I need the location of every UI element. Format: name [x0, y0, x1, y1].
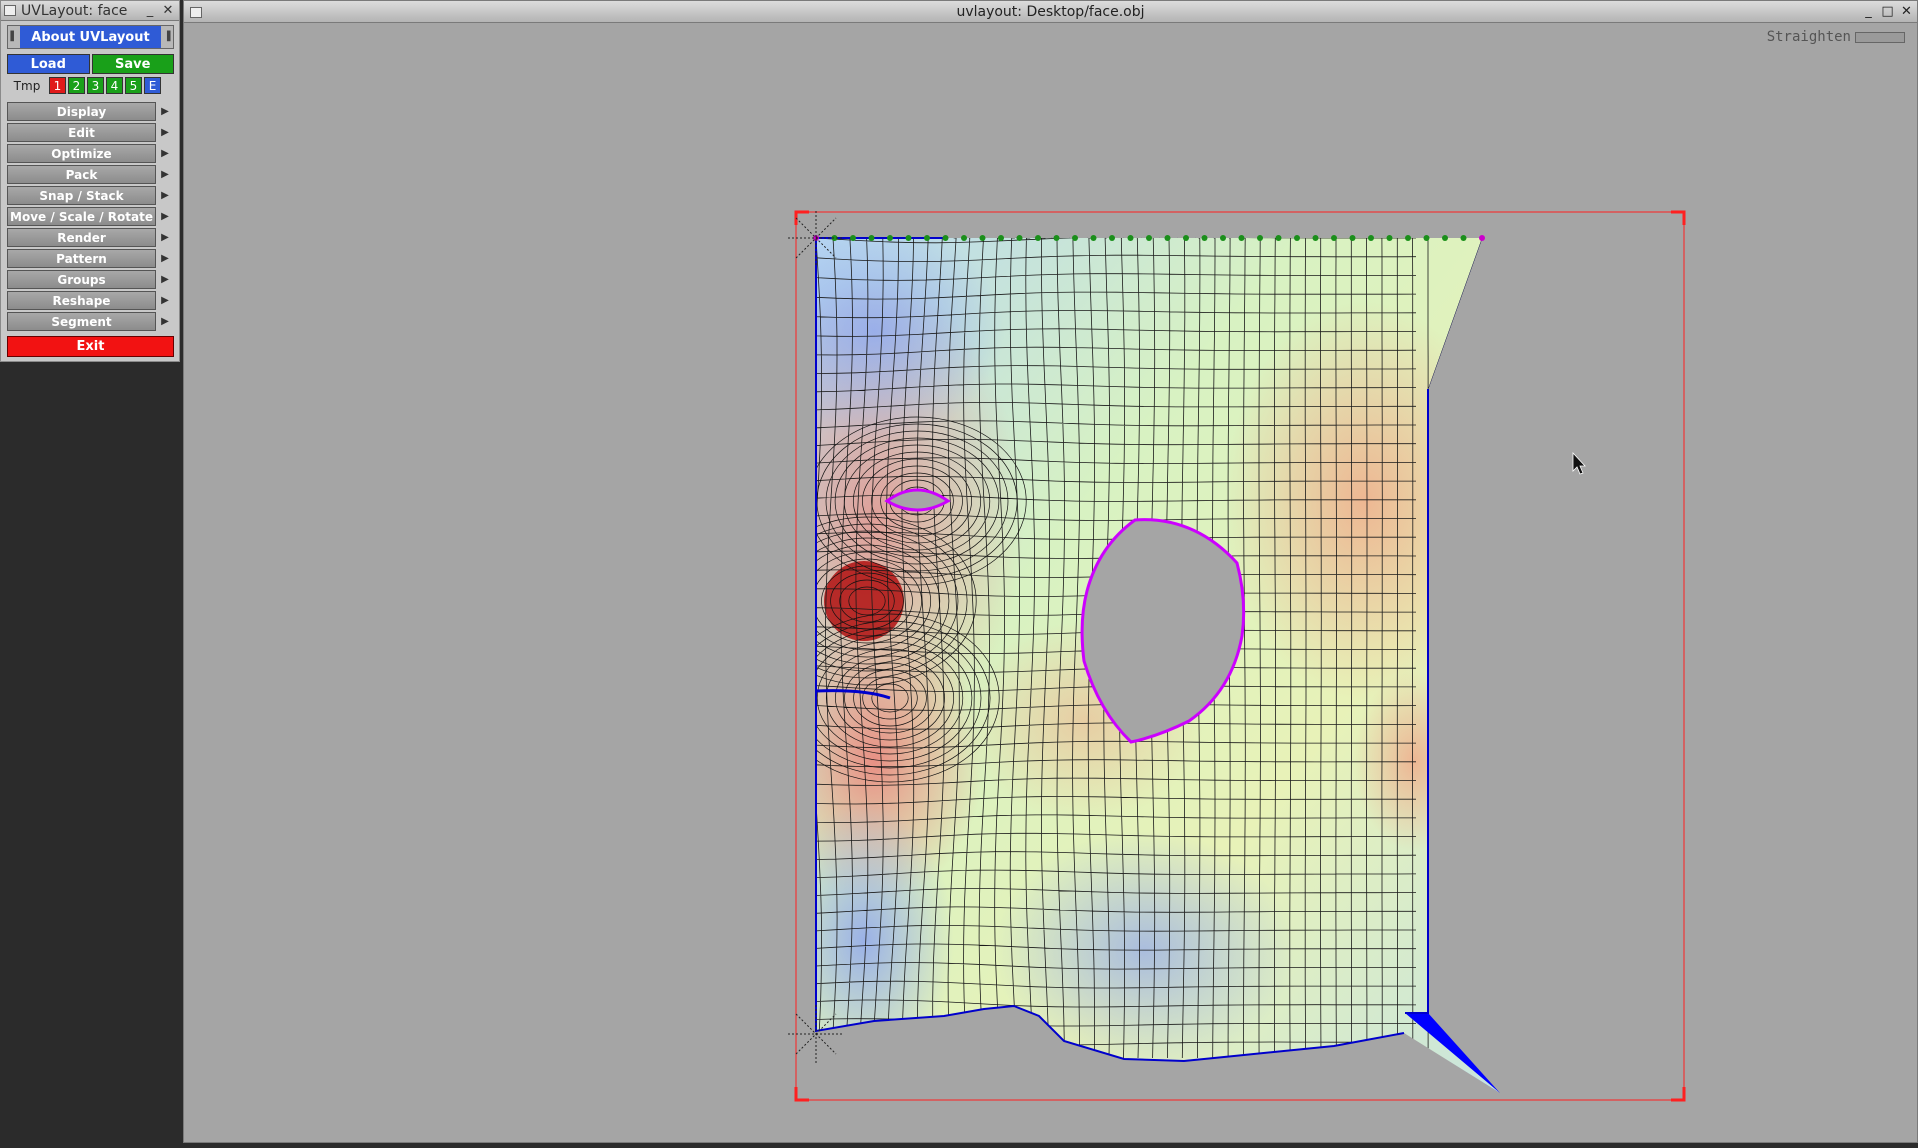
edge-vertex — [1460, 235, 1467, 241]
edge-vertex — [1109, 235, 1115, 241]
close-icon[interactable]: ✕ — [160, 3, 176, 19]
edge-vertex — [1442, 235, 1448, 241]
menu-item-pack[interactable]: Pack ▶ — [7, 165, 174, 184]
edge-vertex — [1146, 235, 1152, 241]
edge-vertex — [1090, 235, 1097, 241]
submenu-arrow-icon[interactable]: ▶ — [156, 312, 174, 331]
submenu-arrow-icon[interactable]: ▶ — [156, 207, 174, 226]
submenu-arrow-icon[interactable]: ▶ — [156, 123, 174, 142]
pin-marker-bottom[interactable] — [788, 1005, 844, 1063]
submenu-arrow-icon[interactable]: ▶ — [156, 270, 174, 289]
edge-vertex — [1386, 235, 1393, 241]
submenu-arrow-icon[interactable]: ▶ — [156, 228, 174, 247]
edge-vertex — [1220, 235, 1226, 241]
about-row: ▌ About UVLayout ▐ — [7, 25, 174, 49]
menu-item-label: Move / Scale / Rotate — [7, 207, 156, 226]
mouse-pointer-icon — [1572, 451, 1586, 475]
tmp-slot-5[interactable]: 5 — [125, 77, 142, 94]
left-grip-icon[interactable]: ▌ — [8, 26, 20, 48]
right-grip-icon[interactable]: ▐ — [161, 26, 173, 48]
minimize-icon[interactable]: _ — [142, 3, 158, 19]
edge-vertex — [1127, 235, 1134, 241]
menu-item-label: Display — [7, 102, 156, 121]
edge-vertex — [1423, 235, 1430, 241]
edge-vertex — [1275, 235, 1282, 241]
submenu-arrow-icon[interactable]: ▶ — [156, 102, 174, 121]
tmp-slot-3[interactable]: 3 — [87, 77, 104, 94]
submenu-arrow-icon[interactable]: ▶ — [156, 165, 174, 184]
edge-vertex — [1368, 235, 1374, 241]
edge-vertex — [1035, 235, 1041, 241]
about-button[interactable]: About UVLayout — [20, 26, 161, 48]
main-viewport-window: uvlayout: Desktop/face.obj _ □ ✕ Straigh… — [183, 0, 1918, 1143]
menu-item-groups[interactable]: Groups ▶ — [7, 270, 174, 289]
tmp-row: Tmp 1 2 3 4 5 E — [7, 76, 174, 95]
menu-item-label: Optimize — [7, 144, 156, 163]
save-button[interactable]: Save — [91, 54, 174, 74]
edge-vertex — [1294, 235, 1300, 241]
edge-vertex — [1312, 235, 1319, 241]
edge-vertex — [1164, 235, 1171, 241]
edge-vertex — [1349, 235, 1356, 241]
edge-vertex — [1201, 235, 1208, 241]
edge-vertex — [1331, 235, 1337, 241]
submenu-arrow-icon[interactable]: ▶ — [156, 144, 174, 163]
edge-vertex — [1405, 235, 1411, 241]
menu-item-segment[interactable]: Segment ▶ — [7, 312, 174, 331]
submenu-arrow-icon[interactable]: ▶ — [156, 291, 174, 310]
edge-vertex — [998, 235, 1004, 241]
menu-item-label: Edit — [7, 123, 156, 142]
tmp-slot-4[interactable]: 4 — [106, 77, 123, 94]
edge-vertex — [868, 235, 875, 241]
edge-vertex — [905, 235, 912, 241]
tmp-label: Tmp — [13, 78, 41, 93]
tool-panel-title: UVLayout: face — [21, 2, 128, 19]
tmp-slot-e[interactable]: E — [144, 77, 161, 94]
load-save-row: Load Save — [7, 54, 174, 74]
menu-item-label: Snap / Stack — [7, 186, 156, 205]
edge-vertex — [924, 235, 930, 241]
edge-vertex — [1072, 235, 1078, 241]
edge-vertex — [979, 235, 986, 241]
edge-vertex — [961, 235, 967, 241]
tool-panel-window: UVLayout: face _ ✕ ▌ About UVLayout ▐ Lo… — [0, 0, 180, 362]
edge-vertex — [850, 235, 856, 241]
menu-item-label: Reshape — [7, 291, 156, 310]
tmp-slot-1[interactable]: 1 — [49, 77, 66, 94]
window-menu-icon[interactable] — [4, 5, 16, 16]
menu-item-edit[interactable]: Edit ▶ — [7, 123, 174, 142]
edge-vertex — [1053, 235, 1060, 241]
tmp-slot-2[interactable]: 2 — [68, 77, 85, 94]
menu-item-move-scale-rotate[interactable]: Move / Scale / Rotate ▶ — [7, 207, 174, 226]
menu-item-optimize[interactable]: Optimize ▶ — [7, 144, 174, 163]
submenu-arrow-icon[interactable]: ▶ — [156, 186, 174, 205]
menu-item-label: Segment — [7, 312, 156, 331]
edge-vertex — [1238, 235, 1245, 241]
tool-menu: Display ▶ Edit ▶ Optimize ▶ Pack ▶ Snap / St… — [7, 102, 174, 331]
menu-item-label: Render — [7, 228, 156, 247]
edge-vertex — [1257, 235, 1263, 241]
uv-viewport-canvas[interactable] — [184, 1, 1917, 1142]
menu-item-display[interactable]: Display ▶ — [7, 102, 174, 121]
menu-item-reshape[interactable]: Reshape ▶ — [7, 291, 174, 310]
menu-item-render[interactable]: Render ▶ — [7, 228, 174, 247]
menu-item-label: Groups — [7, 270, 156, 289]
edge-vertex — [1183, 235, 1189, 241]
tool-panel-titlebar[interactable]: UVLayout: face _ ✕ — [1, 1, 179, 21]
tool-panel-body: ▌ About UVLayout ▐ Load Save Tmp 1 2 3 4… — [7, 25, 174, 357]
menu-item-label: Pattern — [7, 249, 156, 268]
menu-item-snap-stack[interactable]: Snap / Stack ▶ — [7, 186, 174, 205]
load-button[interactable]: Load — [7, 54, 90, 74]
edge-vertex — [1479, 235, 1485, 241]
menu-item-pattern[interactable]: Pattern ▶ — [7, 249, 174, 268]
edge-vertex — [887, 235, 893, 241]
edge-vertex — [1016, 235, 1023, 241]
menu-item-label: Pack — [7, 165, 156, 184]
exit-button[interactable]: Exit — [7, 336, 174, 357]
edge-vertex — [942, 235, 949, 241]
submenu-arrow-icon[interactable]: ▶ — [156, 249, 174, 268]
